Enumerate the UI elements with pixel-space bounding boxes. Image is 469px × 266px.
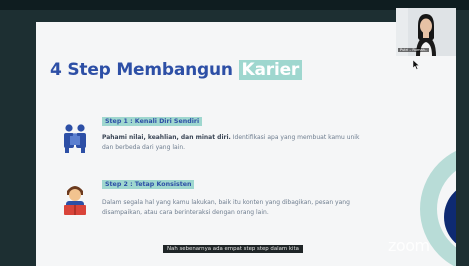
people-puzzle-icon [64,124,86,153]
person-reading-icon [64,186,86,215]
title-text: 4 Step Membangun [50,60,239,80]
title-highlight: Karier [238,60,303,80]
participant-video-tile[interactable]: Putri – Rumah.. [396,8,456,56]
step1-heading: Step 1 : Kenali Diri Sendiri [102,117,203,126]
live-caption: Nah sebenarnya ada empat step step dalam… [163,245,303,253]
step1-body: Pahami nilai, keahlian, dan minat diri. … [102,133,367,152]
zoom-watermark: zoom [388,236,430,255]
step2-body: Dalam segala hal yang kamu lakukan, baik… [102,199,350,216]
shared-slide: 4 Step Membangun Karier Step 1 : Kenali … [36,22,456,266]
step1-body-emphasis: Pahami nilai, keahlian, dan minat diri. [102,134,231,141]
participant-name: Putri – Rumah.. [398,48,430,52]
step2-heading: Step 2 : Tetap Konsisten [102,180,195,189]
mouse-pointer-icon [413,60,420,70]
slide-title: 4 Step Membangun Karier [50,60,303,80]
